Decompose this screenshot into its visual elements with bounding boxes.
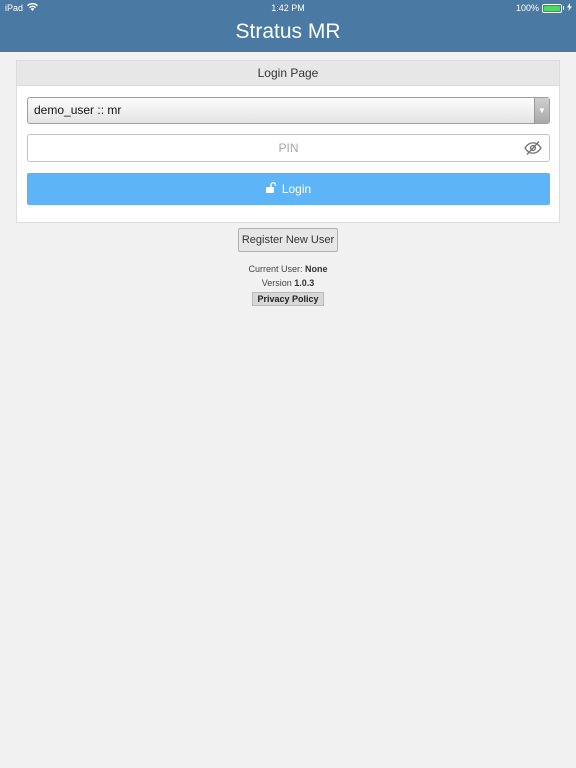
status-time: 1:42 PM [271,3,305,13]
login-panel-heading: Login Page [17,61,559,86]
pin-field[interactable] [27,134,550,162]
version-value: 1.0.3 [294,278,315,288]
battery-percent: 100% [515,3,539,13]
user-select-value: demo_user :: mr [34,103,122,117]
register-new-user-button[interactable]: Register New User [238,228,338,252]
privacy-policy-button[interactable]: Privacy Policy [252,292,324,306]
user-select[interactable]: demo_user :: mr ▼ [27,97,550,124]
charging-icon [567,3,572,13]
pin-input[interactable] [28,135,549,161]
status-right: 100% [516,3,572,13]
app-header: iPad 1:42 PM 100% Stratus MR [0,0,576,52]
battery-icon [542,3,562,13]
battery-cap [563,6,564,10]
login-button[interactable]: Login [27,173,550,205]
app-title: Stratus MR [235,20,341,43]
current-user-line: Current User: None [0,264,576,274]
login-panel: Login Page demo_user :: mr ▼ Login [16,60,560,223]
dropdown-arrow-icon[interactable]: ▼ [534,98,549,123]
version-label: Version [261,278,292,288]
version-line: Version 1.0.3 [0,278,576,288]
login-label: Login [281,182,312,196]
eye-slash-icon[interactable] [524,140,542,156]
status-bar: iPad 1:42 PM 100% [0,0,576,16]
unlock-icon [265,182,277,196]
current-user-label: Current User: [248,264,303,274]
current-user-value: None [305,264,328,274]
